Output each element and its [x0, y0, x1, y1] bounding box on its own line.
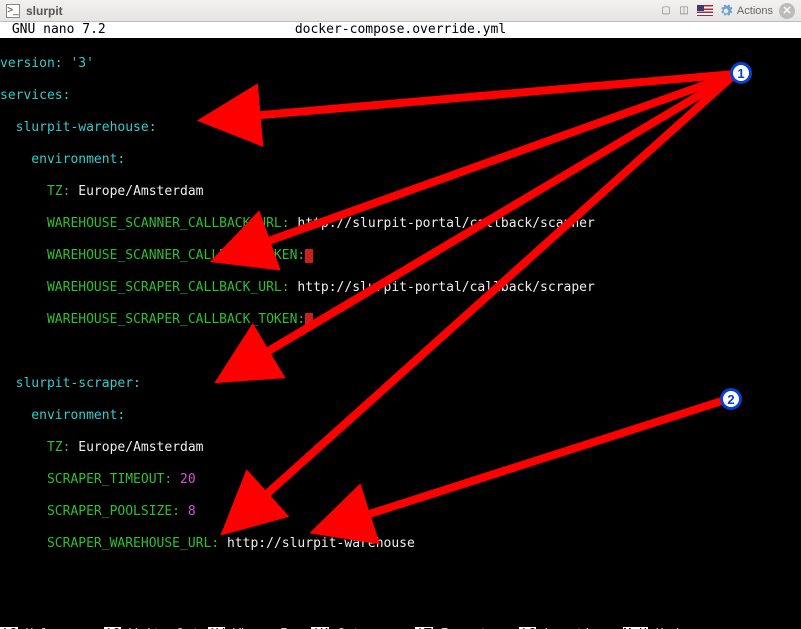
env-val: 8	[180, 504, 196, 519]
env-key: SCRAPER_POOLSIZE:	[0, 504, 180, 519]
terminal-icon: >_	[6, 4, 20, 18]
env-val: http://slurpit-portal/callback/scanner	[290, 216, 595, 231]
service-name: slurpit-scraper:	[0, 376, 141, 391]
env-key: WAREHOUSE_SCRAPER_CALLBACK_URL:	[0, 280, 290, 295]
flag-us-icon[interactable]	[697, 5, 713, 16]
service-name: slurpit-warehouse:	[0, 120, 157, 135]
actions-label[interactable]: Actions	[737, 5, 773, 17]
yaml-key: environment:	[0, 152, 125, 167]
close-icon[interactable]: ✕	[779, 3, 795, 19]
titlebar: >_ slurpit ▢ ◫ Actions ✕	[0, 0, 801, 22]
env-key: TZ:	[0, 184, 70, 199]
env-val: 20	[172, 472, 195, 487]
editor-content[interactable]: version: '3' services: slurpit-warehouse…	[0, 38, 801, 595]
window-button-icon[interactable]: ◫	[677, 4, 691, 18]
yaml-key: services:	[0, 88, 70, 103]
yaml-key: environment:	[0, 408, 125, 423]
window: >_ slurpit ▢ ◫ Actions ✕ GNU nano 7.2 do…	[0, 0, 801, 629]
env-key: TZ:	[0, 440, 70, 455]
env-key: SCRAPER_WAREHOUSE_URL:	[0, 536, 219, 551]
nano-footer: ^G Help ^O Write Out ^W Where Is ^K Cut …	[0, 595, 801, 629]
nano-version: GNU nano 7.2	[0, 22, 106, 38]
annotation-marker: 1	[730, 62, 752, 84]
env-val: http://slurpit-portal/callback/scraper	[290, 280, 595, 295]
redacted-block	[305, 313, 313, 327]
app-title: slurpit	[26, 4, 63, 18]
redacted-block	[305, 249, 313, 263]
env-key: WAREHOUSE_SCRAPER_CALLBACK_TOKEN:	[0, 312, 305, 327]
nano-header: GNU nano 7.2 docker-compose.override.yml	[0, 22, 801, 38]
nano-filename: docker-compose.override.yml	[0, 22, 801, 38]
env-val: Europe/Amsterdam	[70, 440, 203, 455]
gear-icon[interactable]	[719, 4, 733, 18]
env-val: Europe/Amsterdam	[70, 184, 203, 199]
env-key: WAREHOUSE_SCANNER_CALLBACK_URL:	[0, 216, 290, 231]
env-val: http://slurpit-warehouse	[219, 536, 415, 551]
annotation-marker: 2	[720, 388, 742, 410]
env-key: SCRAPER_TIMEOUT:	[0, 472, 172, 487]
window-button-icon[interactable]: ▢	[659, 4, 673, 18]
yaml-key: version: '3'	[0, 56, 94, 71]
env-key: WAREHOUSE_SCANNER_CALLBACK_TOKEN:	[0, 248, 305, 263]
